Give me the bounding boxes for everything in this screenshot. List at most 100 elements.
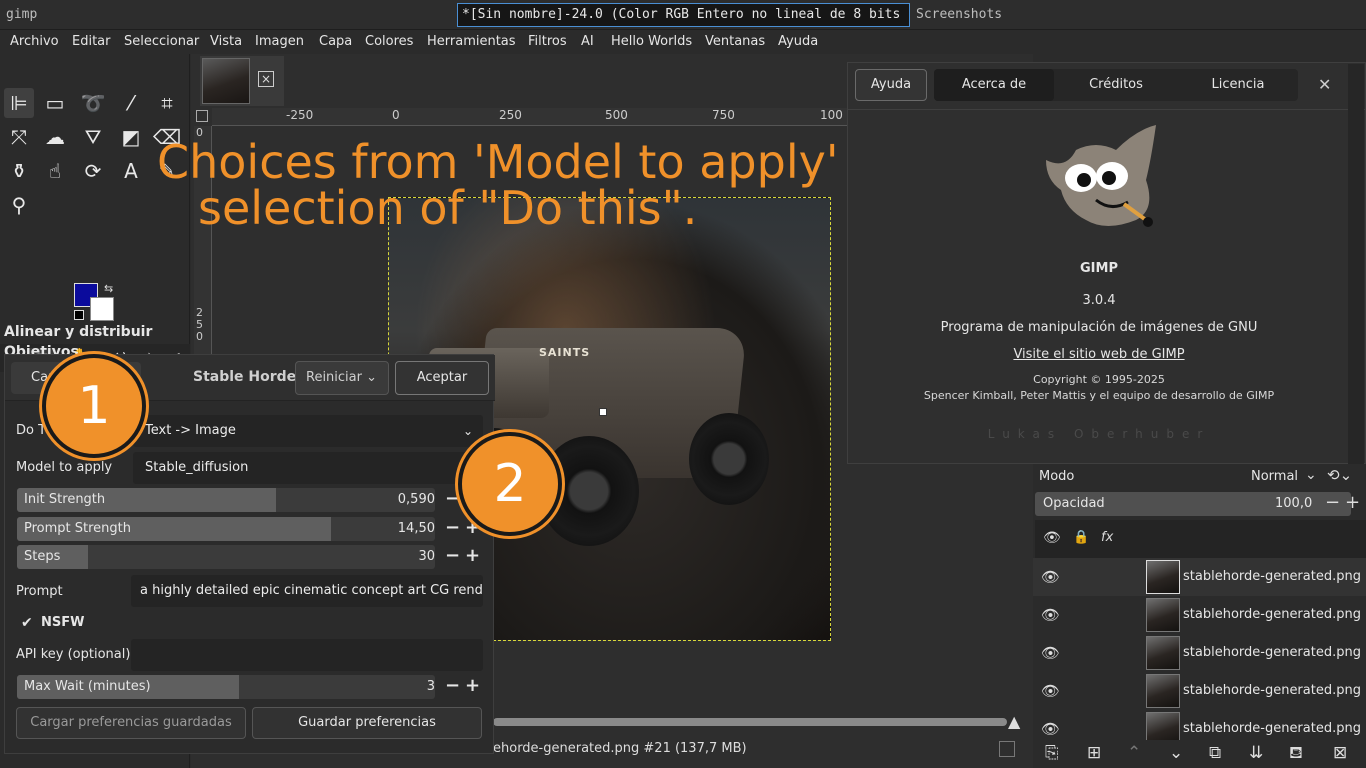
init-strength-slider[interactable]: Init Strength 0,590 xyxy=(17,488,435,512)
do-this-select[interactable]: Text -> Image ⌄ xyxy=(133,415,483,447)
eye-icon[interactable]: 👁 xyxy=(1041,682,1060,700)
lasso-icon[interactable]: ➰ xyxy=(78,88,108,118)
navigation-preview-icon[interactable] xyxy=(999,741,1015,757)
model-select[interactable]: Stable_diffusion xyxy=(133,452,483,484)
clone-icon[interactable]: ⚱ xyxy=(4,156,34,186)
menu-imagen[interactable]: Imagen xyxy=(255,34,304,49)
zoom-icon[interactable]: ⚲ xyxy=(4,190,34,220)
ruler-corner-icon[interactable] xyxy=(196,110,208,122)
ruler-tick: 750 xyxy=(712,108,735,122)
menu-herramientas[interactable]: Herramientas xyxy=(427,34,516,49)
eye-icon[interactable]: 👁 xyxy=(1041,720,1060,738)
text-tool-icon[interactable]: A xyxy=(116,156,146,186)
eye-icon[interactable]: 👁 xyxy=(1041,644,1060,662)
eye-icon[interactable]: 👁 xyxy=(1041,606,1060,624)
right-dock-scrollbar[interactable] xyxy=(1348,64,1364,464)
menu-colores[interactable]: Colores xyxy=(365,34,413,49)
selection-handle[interactable] xyxy=(599,408,607,416)
tab-about[interactable]: Acerca de xyxy=(934,69,1054,101)
minus-icon[interactable]: − xyxy=(445,517,460,538)
composite-mode-icon[interactable]: ⟲⌄ xyxy=(1327,466,1352,484)
help-button[interactable]: Ayuda xyxy=(855,69,927,101)
align-tool-icon[interactable]: ⊫ xyxy=(4,88,34,118)
lock-header-icon[interactable]: 🔒 xyxy=(1073,530,1089,545)
layer-row[interactable]: 👁 stablehorde-generated.png # xyxy=(1033,672,1366,710)
status-bar: ehorde-generated.png #21 (137,7 MB) xyxy=(493,741,747,756)
menu-archivo[interactable]: Archivo xyxy=(10,34,59,49)
steps-slider[interactable]: Steps 30 xyxy=(17,545,435,569)
slider-label: Steps xyxy=(24,549,61,564)
layer-name: stablehorde-generated.png # xyxy=(1183,721,1366,736)
menu-ai[interactable]: AI xyxy=(581,34,594,49)
mask-layer-icon[interactable]: ⛾ xyxy=(1289,743,1303,765)
close-icon[interactable]: ✕ xyxy=(1318,75,1331,94)
default-colors-icon[interactable] xyxy=(74,310,84,320)
layer-row[interactable]: 👁 stablehorde-generated.png # xyxy=(1033,596,1366,634)
ruler-tick: -250 xyxy=(286,108,314,122)
close-image-icon[interactable]: × xyxy=(258,71,274,87)
prompt-input[interactable]: a highly detailed epic cinematic concept… xyxy=(131,575,483,607)
plus-icon[interactable]: + xyxy=(465,675,480,696)
lower-layer-icon[interactable]: ⌄ xyxy=(1169,743,1183,763)
reset-label: Reiniciar xyxy=(306,370,362,385)
reset-button[interactable]: Reiniciar ⌄ xyxy=(295,361,389,395)
eye-icon[interactable]: 👁 xyxy=(1041,568,1060,586)
delete-layer-icon[interactable]: ⊠ xyxy=(1333,743,1347,763)
smudge-icon[interactable]: ☝ xyxy=(40,156,70,186)
menu-ventanas[interactable]: Ventanas xyxy=(705,34,765,49)
warp-icon[interactable]: ☁ xyxy=(40,122,70,152)
mode-dropdown-icon[interactable]: ⌄ xyxy=(1305,467,1317,483)
transform-icon[interactable]: ⤧ xyxy=(4,122,34,152)
max-wait-slider[interactable]: Max Wait (minutes) 3 xyxy=(17,675,435,699)
opacity-plus-icon[interactable]: + xyxy=(1345,492,1360,513)
api-key-input[interactable] xyxy=(131,639,483,671)
wand-icon[interactable]: ⁄ xyxy=(116,88,146,118)
window-title[interactable]: *[Sin nombre]-24.0 (Color RGB Entero no … xyxy=(457,3,910,27)
new-layer-icon[interactable]: ⎘ xyxy=(1045,743,1059,763)
website-link[interactable]: Visite el sitio web de GIMP xyxy=(848,347,1350,362)
layer-row[interactable]: 👁 stablehorde-generated.png # xyxy=(1033,558,1366,596)
menu-ayuda[interactable]: Ayuda xyxy=(778,34,818,49)
swap-colors-icon[interactable]: ⇆ xyxy=(104,282,113,295)
navigate-icon[interactable]: ▲ xyxy=(1008,712,1020,731)
merge-layer-icon[interactable]: ⇊ xyxy=(1249,743,1263,763)
menu-seleccionar[interactable]: Seleccionar xyxy=(124,34,199,49)
menu-hello-worlds[interactable]: Hello Worlds xyxy=(611,34,692,49)
new-group-icon[interactable]: ⊞ xyxy=(1087,743,1101,763)
load-preferences-button[interactable]: Cargar preferencias guardadas xyxy=(16,707,246,739)
mode-select[interactable]: Normal xyxy=(1251,469,1298,484)
mode-label: Modo xyxy=(1039,469,1075,484)
visibility-header-icon[interactable]: 👁 xyxy=(1043,530,1061,546)
tab-license[interactable]: Licencia xyxy=(1178,69,1298,101)
menu-capa[interactable]: Capa xyxy=(319,34,352,49)
model-value: Stable_diffusion xyxy=(145,460,249,475)
horizontal-scrollbar[interactable] xyxy=(493,718,1007,726)
layer-row[interactable]: 👁 stablehorde-generated.png # xyxy=(1033,634,1366,672)
minus-icon[interactable]: − xyxy=(445,545,460,566)
effects-header-icon[interactable]: fx xyxy=(1101,530,1113,545)
menu-filtros[interactable]: Filtros xyxy=(528,34,567,49)
menu-vista[interactable]: Vista xyxy=(210,34,242,49)
accept-button[interactable]: Aceptar xyxy=(395,361,489,395)
chevron-down-icon: ⌄ xyxy=(366,370,378,385)
minus-icon[interactable]: − xyxy=(445,675,460,696)
raise-layer-icon[interactable]: ⌃ xyxy=(1127,743,1141,763)
screenshots-window[interactable]: Screenshots xyxy=(916,7,1002,22)
tab-credits[interactable]: Créditos xyxy=(1056,69,1176,101)
nsfw-checkbox[interactable]: ✔ xyxy=(21,615,37,631)
plus-icon[interactable]: + xyxy=(465,545,480,566)
bucket-fill-icon[interactable]: ⛛ xyxy=(78,122,108,152)
background-color-swatch[interactable] xyxy=(90,297,114,321)
menu-editar[interactable]: Editar xyxy=(72,34,111,49)
crop-icon[interactable]: ⌗ xyxy=(152,88,182,118)
path-icon[interactable]: ⟳ xyxy=(78,156,108,186)
image-tab-thumbnail[interactable] xyxy=(202,58,250,104)
gradient-icon[interactable]: ◩ xyxy=(116,122,146,152)
duplicate-layer-icon[interactable]: ⧉ xyxy=(1209,743,1221,763)
prompt-strength-slider[interactable]: Prompt Strength 14,50 xyxy=(17,517,435,541)
layer-row[interactable]: 👁 stablehorde-generated.png # xyxy=(1033,710,1366,740)
rect-select-icon[interactable]: ▭ xyxy=(40,88,70,118)
opacity-minus-icon[interactable]: − xyxy=(1325,492,1340,513)
opacity-slider[interactable]: Opacidad 100,0 xyxy=(1035,492,1351,516)
save-preferences-button[interactable]: Guardar preferencias xyxy=(252,707,482,739)
